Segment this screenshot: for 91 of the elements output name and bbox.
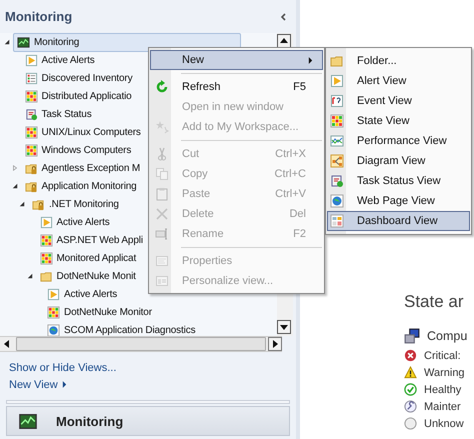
copy-icon	[155, 167, 169, 181]
tree-item[interactable]: Monitored Applicat	[36, 248, 140, 268]
triangle-page-icon	[47, 288, 60, 301]
error-icon	[404, 349, 417, 362]
clipboard-check-icon	[330, 174, 344, 188]
scroll-up-icon[interactable]	[277, 34, 291, 48]
collapsed-arrow-icon[interactable]	[12, 165, 18, 172]
section-heading: State ar	[404, 292, 465, 312]
warning-icon	[404, 366, 417, 379]
scroll-right-icon[interactable]	[268, 336, 282, 350]
tree-item[interactable]: UNIX/Linux Computers	[20, 122, 145, 142]
tree-item[interactable]: DotNetNuke Monit	[36, 266, 140, 286]
monitor-icon	[17, 36, 30, 49]
show-hide-views-link[interactable]: Show or Hide Views...	[9, 362, 116, 374]
computer-icon	[404, 328, 420, 344]
scissors-icon	[155, 147, 169, 161]
monitoring-section-button[interactable]: Monitoring	[6, 406, 290, 436]
expanded-arrow-icon[interactable]	[4, 39, 10, 46]
tree-item[interactable]: Distributed Applicatio	[20, 86, 136, 106]
circle-icon	[404, 417, 417, 430]
locked-folder-icon	[24, 162, 38, 175]
tree-item[interactable]: DotNetNuke Monitor	[43, 302, 156, 322]
list-icon	[24, 72, 38, 85]
expanded-arrow-icon[interactable]	[19, 201, 25, 208]
grid-icon	[330, 114, 344, 128]
clipboard-check-icon	[24, 108, 38, 121]
menu-item[interactable]: Folder...	[327, 51, 470, 71]
folder-icon	[330, 54, 344, 68]
legend-label: Critical:	[424, 350, 461, 362]
expanded-arrow-icon[interactable]	[26, 273, 32, 280]
legend-label: Warning	[424, 366, 465, 378]
menu-item[interactable]: New	[150, 50, 323, 70]
menu-item[interactable]: Refresh F5	[150, 77, 323, 97]
question-page-icon	[330, 94, 344, 108]
collapse-icon[interactable]	[280, 12, 288, 21]
expanded-arrow-icon[interactable]	[12, 183, 18, 190]
tree-item[interactable]: Agentless Exception M	[20, 158, 144, 178]
line-chart-icon	[330, 134, 344, 148]
clipboard-icon	[155, 187, 169, 201]
legend-label: Unknow	[424, 418, 464, 430]
triangle-page-icon	[40, 216, 52, 229]
tree-item[interactable]: Active Alerts	[36, 212, 114, 232]
menu-item[interactable]: Diagram View	[327, 151, 470, 171]
tree-item[interactable]: Active Alerts	[20, 50, 99, 70]
menu-item[interactable]: Dashboard View	[327, 211, 470, 231]
menu-item[interactable]: Alert View	[327, 71, 470, 91]
tree-item[interactable]: .NET Monitoring	[28, 194, 123, 214]
triangle-page-icon	[24, 54, 38, 67]
tree-item[interactable]: ASP.NET Web Appli	[36, 230, 147, 250]
horizontal-scrollbar[interactable]	[0, 336, 282, 352]
cross-icon	[155, 207, 169, 221]
scroll-down-icon[interactable]	[277, 320, 291, 334]
dashboard-icon	[330, 214, 344, 228]
window-icon	[155, 274, 169, 288]
grid-icon	[24, 144, 38, 157]
folder-icon	[40, 270, 52, 283]
tree-item[interactable]: Active Alerts	[43, 284, 122, 304]
tree-item[interactable]: Task Status	[20, 104, 96, 124]
properties-icon	[155, 254, 169, 268]
triangle-page-icon	[330, 74, 344, 88]
menu-item[interactable]: Web Page View	[327, 191, 470, 211]
grid-icon	[40, 252, 52, 265]
grid-icon	[24, 90, 38, 103]
submenu-arrow-icon	[62, 381, 67, 388]
wrench-icon	[404, 400, 417, 413]
legend-label: Mainter	[424, 400, 461, 412]
grid-icon	[47, 306, 60, 319]
grid-icon	[40, 234, 52, 247]
rename-icon	[155, 227, 169, 241]
tree-item[interactable]: Windows Computers	[20, 140, 136, 160]
tree-item[interactable]: SCOM Application Diagnostics	[43, 320, 200, 336]
refresh-icon	[155, 80, 169, 94]
locked-folder-icon	[24, 180, 38, 193]
menu-item[interactable]: Event View	[327, 91, 470, 111]
tree-item[interactable]: Discovered Inventory	[20, 68, 136, 88]
new-view-link[interactable]: New View	[9, 378, 67, 390]
menu-item[interactable]: Task Status View	[327, 171, 470, 191]
pane-title: Monitoring	[5, 9, 72, 24]
star-icon	[155, 120, 169, 134]
locked-folder-icon	[32, 198, 45, 211]
globe-icon	[330, 194, 344, 208]
monitor-icon	[17, 412, 39, 431]
tree-item[interactable]: Application Monitoring	[20, 176, 141, 196]
menu-item[interactable]: State View	[327, 111, 470, 131]
scroll-thumb[interactable]	[16, 336, 266, 350]
legend-label: Healthy	[424, 384, 462, 396]
legend-heading: Compu	[427, 329, 468, 343]
grid-icon	[24, 126, 38, 139]
check-icon	[404, 383, 417, 396]
diagram-icon	[330, 154, 344, 168]
menu-item[interactable]: Performance View	[327, 131, 470, 151]
